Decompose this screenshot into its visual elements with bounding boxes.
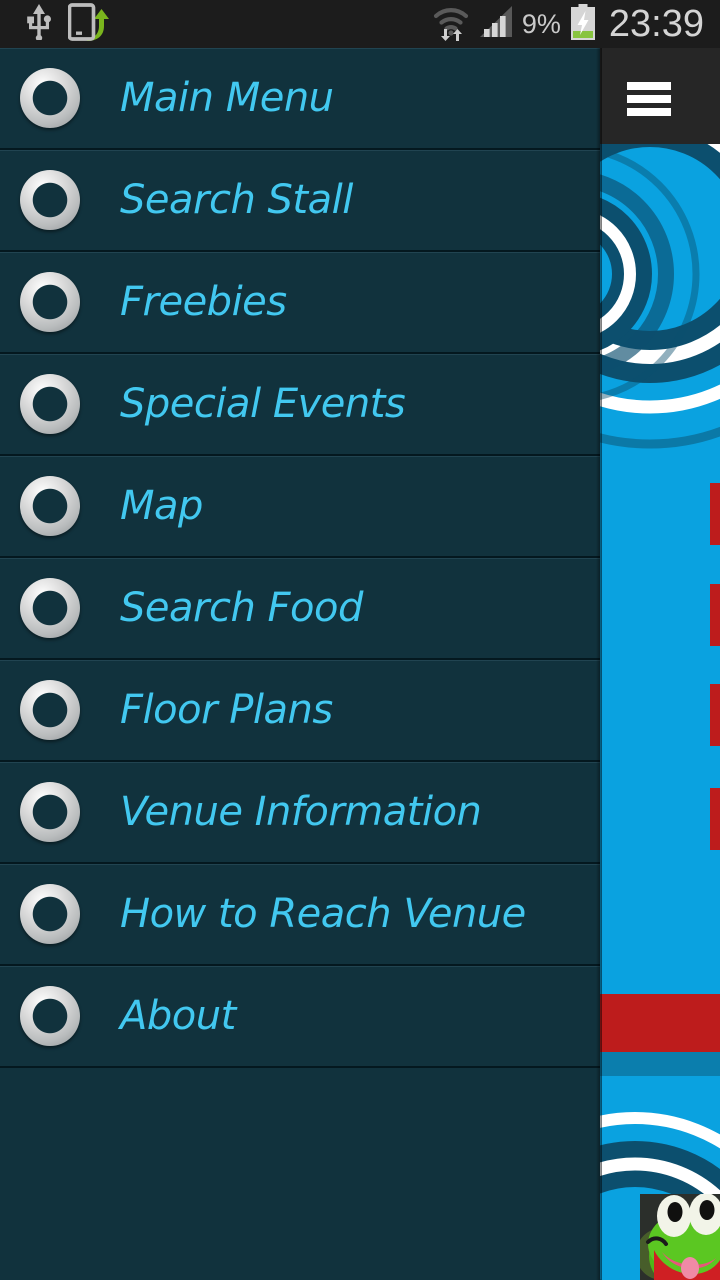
menu-item-label: Main Menu xyxy=(120,75,334,121)
partial-red-button-1[interactable] xyxy=(710,483,720,545)
status-bar-right-icons: 9% 23:39 xyxy=(432,3,720,46)
frog-mascot-icon[interactable] xyxy=(640,1194,720,1280)
device-upload-icon xyxy=(67,2,110,46)
status-bar: 9% 23:39 xyxy=(0,0,720,48)
radio-bullet-icon xyxy=(20,476,80,536)
radio-bullet-icon xyxy=(20,782,80,842)
menu-item-label: Floor Plans xyxy=(120,687,333,733)
partial-red-button-2[interactable] xyxy=(710,584,720,646)
navigation-drawer: Main Menu Search Stall Freebies Special … xyxy=(0,48,600,1280)
radio-bullet-icon xyxy=(20,680,80,740)
teal-divider-bar xyxy=(600,1052,720,1076)
status-bar-clock: 23:39 xyxy=(608,3,704,45)
menu-item-search-food[interactable]: Search Food xyxy=(0,558,600,660)
concentric-circles-decoration xyxy=(600,144,720,449)
menu-item-label: About xyxy=(120,993,236,1039)
menu-item-venue-information[interactable]: Venue Information xyxy=(0,762,600,864)
phone-screen: 9% 23:39 Main Menu Search Stall Freebies… xyxy=(0,0,720,1280)
menu-item-about[interactable]: About xyxy=(0,966,600,1068)
hamburger-bar-1 xyxy=(627,82,671,90)
menu-item-search-stall[interactable]: Search Stall xyxy=(0,150,600,252)
wifi-icon xyxy=(432,3,470,46)
menu-item-special-events[interactable]: Special Events xyxy=(0,354,600,456)
drawer-empty-area xyxy=(0,1068,600,1280)
radio-bullet-icon xyxy=(20,68,80,128)
menu-item-how-to-reach-venue[interactable]: How to Reach Venue xyxy=(0,864,600,966)
radio-bullet-icon xyxy=(20,170,80,230)
hamburger-bar-3 xyxy=(627,108,671,116)
menu-item-label: How to Reach Venue xyxy=(120,891,526,937)
battery-charging-icon xyxy=(570,3,596,45)
partial-red-button-4[interactable] xyxy=(710,788,720,850)
radio-bullet-icon xyxy=(20,986,80,1046)
cellular-signal-icon xyxy=(479,5,513,44)
hamburger-menu-icon[interactable] xyxy=(627,82,671,116)
menu-item-label: Special Events xyxy=(120,381,406,427)
drawer-edge-shadow xyxy=(596,48,602,1280)
drawer-menu-list: Main Menu Search Stall Freebies Special … xyxy=(0,48,600,1068)
radio-bullet-icon xyxy=(20,374,80,434)
menu-item-label: Map xyxy=(120,483,203,529)
menu-item-freebies[interactable]: Freebies xyxy=(0,252,600,354)
usb-icon xyxy=(24,3,54,45)
status-bar-left-icons xyxy=(0,2,110,46)
menu-item-main-menu[interactable]: Main Menu xyxy=(0,48,600,150)
app-header-bar xyxy=(600,48,720,144)
hamburger-bar-2 xyxy=(627,95,671,103)
menu-item-label: Freebies xyxy=(120,279,287,325)
menu-item-label: Search Stall xyxy=(120,177,353,223)
menu-item-label: Venue Information xyxy=(120,789,482,835)
radio-bullet-icon xyxy=(20,578,80,638)
app-body xyxy=(600,144,720,1280)
radio-bullet-icon xyxy=(20,884,80,944)
menu-item-floor-plans[interactable]: Floor Plans xyxy=(0,660,600,762)
menu-item-label: Search Food xyxy=(120,585,363,631)
app-content-behind-drawer[interactable] xyxy=(600,48,720,1280)
radio-bullet-icon xyxy=(20,272,80,332)
menu-item-map[interactable]: Map xyxy=(0,456,600,558)
partial-red-button-3[interactable] xyxy=(710,684,720,746)
red-banner-bar[interactable] xyxy=(600,994,720,1052)
battery-percent-label: 9% xyxy=(521,8,561,39)
